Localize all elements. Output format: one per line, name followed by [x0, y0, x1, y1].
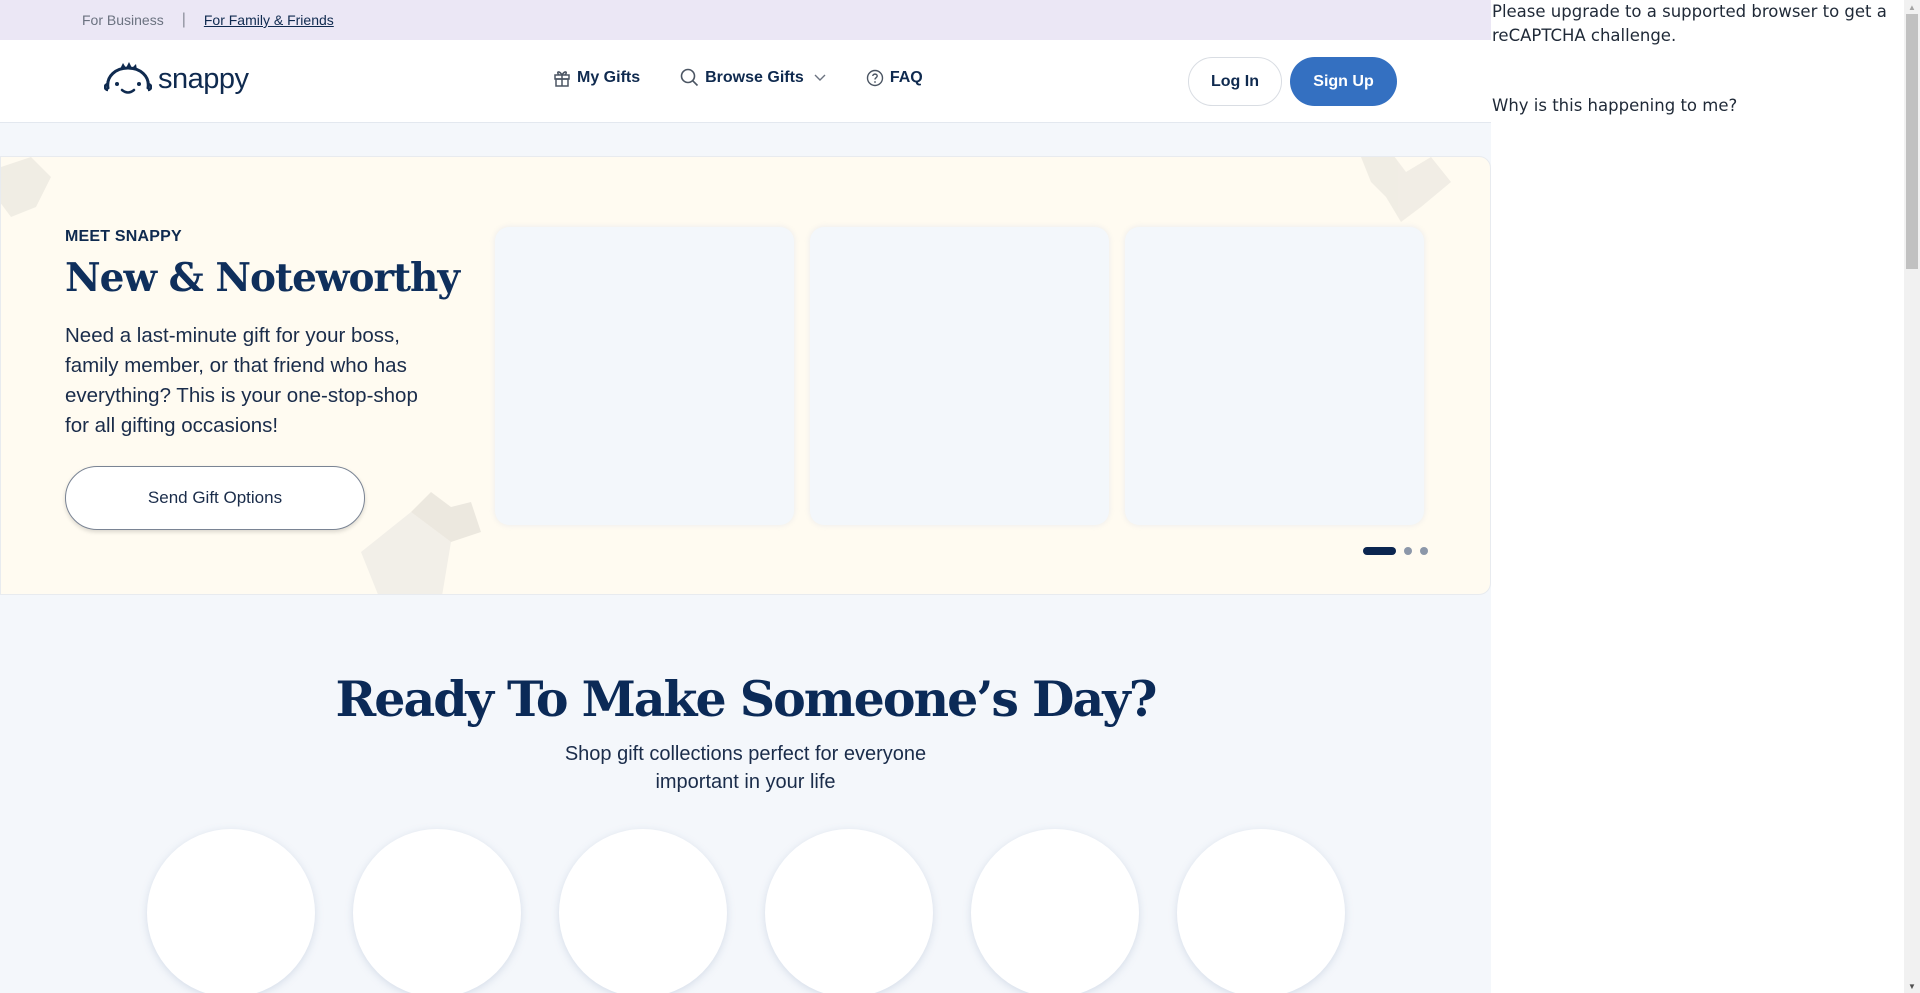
carousel-pagination — [1363, 547, 1428, 555]
carousel-dot-active[interactable] — [1363, 547, 1396, 555]
collection-item[interactable] — [971, 829, 1139, 993]
collection-item[interactable] — [147, 829, 315, 993]
nav-browse-gifts[interactable]: Browse Gifts — [680, 68, 826, 87]
auth-buttons: Log In Sign Up — [1188, 57, 1397, 106]
send-gift-options-button[interactable]: Send Gift Options — [65, 466, 365, 530]
scroll-up-arrow-icon[interactable]: ▲ — [1904, 0, 1920, 14]
for-family-friends-link[interactable]: For Family & Friends — [204, 12, 334, 28]
scroll-down-arrow-icon[interactable]: ▼ — [1904, 979, 1920, 993]
help-circle-icon — [866, 69, 884, 86]
main-page: For Business | For Family & Friends snap… — [0, 0, 1491, 993]
vertical-scrollbar[interactable]: ▲ ▼ — [1904, 0, 1920, 993]
hero-eyebrow: MEET SNAPPY — [65, 228, 182, 245]
collection-list — [147, 829, 1345, 993]
hero-description: Need a last-minute gift for your boss, f… — [65, 324, 418, 437]
gift-decoration-icon — [1, 157, 51, 217]
carousel-dot[interactable] — [1420, 547, 1428, 555]
subtitle-line: important in your life — [655, 771, 836, 793]
collection-item[interactable] — [353, 829, 521, 993]
gift-decoration-icon — [1361, 157, 1451, 222]
gift-icon — [554, 70, 570, 87]
collections-subtitle: Shop gift collections perfect for everyo… — [0, 740, 1491, 796]
collection-item[interactable] — [1177, 829, 1345, 993]
recaptcha-message: Please upgrade to a supported browser to… — [1492, 2, 1887, 45]
collection-item[interactable] — [559, 829, 727, 993]
collection-item[interactable] — [765, 829, 933, 993]
hero-banner: MEET SNAPPY New & Noteworthy Need a last… — [0, 156, 1491, 595]
sign-up-button[interactable]: Sign Up — [1290, 57, 1397, 106]
carousel-card[interactable] — [810, 227, 1109, 525]
scrollbar-thumb[interactable] — [1906, 14, 1918, 269]
nav-label: Browse Gifts — [705, 68, 804, 86]
audience-switcher-bar: For Business | For Family & Friends — [0, 0, 1491, 40]
subtitle-line: Shop gift collections perfect for everyo… — [564, 743, 927, 765]
snappy-logo[interactable]: snappy — [104, 62, 249, 96]
logo-text: snappy — [158, 62, 249, 95]
for-business-link[interactable]: For Business — [82, 12, 164, 28]
main-nav: My Gifts Browse Gifts FAQ — [553, 68, 963, 87]
site-header: snappy My Gifts Browse Gifts FAQ Log In … — [0, 40, 1491, 123]
nav-label: FAQ — [889, 68, 923, 86]
gift-decoration-icon — [361, 492, 481, 594]
hero-title: New & Noteworthy — [65, 255, 460, 301]
carousel-card[interactable] — [495, 227, 794, 525]
chevron-down-icon — [814, 74, 826, 81]
carousel-dot[interactable] — [1404, 547, 1412, 555]
carousel-card[interactable] — [1125, 227, 1424, 525]
log-in-button[interactable]: Log In — [1188, 57, 1282, 106]
why-is-this-happening-link[interactable]: Why is this happening to me? — [1492, 96, 1737, 115]
nav-faq[interactable]: FAQ — [866, 69, 923, 87]
nav-my-gifts[interactable]: My Gifts — [553, 69, 640, 87]
recaptcha-panel: Please upgrade to a supported browser to… — [1491, 0, 1904, 993]
search-icon — [680, 68, 699, 87]
separator: | — [181, 11, 186, 28]
nav-label: My Gifts — [577, 68, 641, 86]
collections-title: Ready To Make Someone’s Day? — [335, 670, 1158, 728]
snappy-face-icon — [104, 62, 152, 94]
hero-carousel — [495, 227, 1424, 525]
